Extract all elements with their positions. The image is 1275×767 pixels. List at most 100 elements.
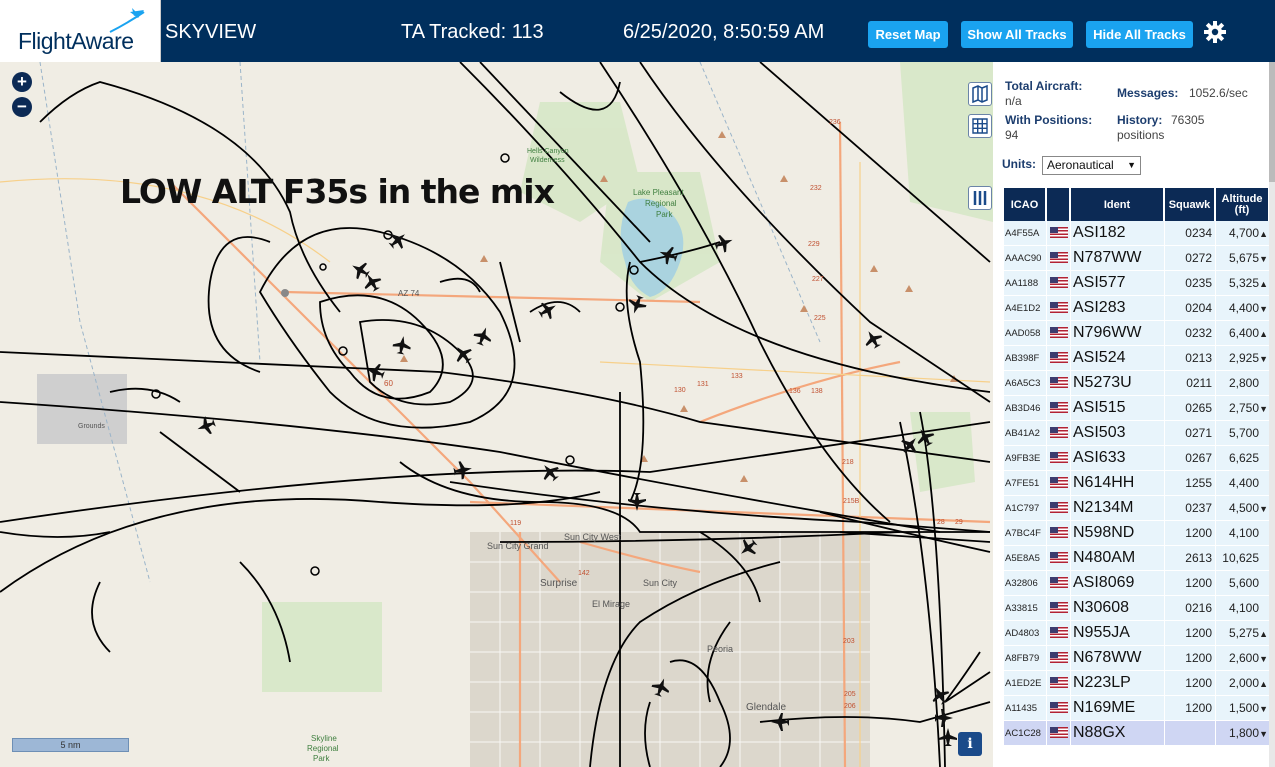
aircraft-icon <box>939 728 957 746</box>
units-selected-value: Aeronautical <box>1047 158 1114 172</box>
history-unit: positions <box>1117 128 1165 142</box>
altitude-trend-icon: ▲ <box>1259 329 1268 339</box>
us-flag-icon <box>1049 577 1068 589</box>
flag-cell <box>1047 271 1071 296</box>
squawk-cell: 0265 <box>1165 396 1216 421</box>
squawk-cell: 0267 <box>1165 446 1216 471</box>
altitude-cell: 2,800 <box>1216 371 1270 396</box>
map-annotation-text: LOW ALT F35s in the mix <box>120 172 555 211</box>
ident-cell: N787WW <box>1071 246 1165 271</box>
col-altitude-header[interactable]: Altitude (ft) <box>1216 188 1270 221</box>
aircraft-row[interactable]: A4E1D2 ASI283 0204 4,400▼ <box>1004 296 1270 321</box>
aircraft-row[interactable]: A33815 N30608 0216 4,100 <box>1004 596 1270 621</box>
aircraft-row[interactable]: A9FB3E ASI633 0267 6,625 <box>1004 446 1270 471</box>
aircraft-row[interactable]: A7BC4F N598ND 1200 4,100 <box>1004 521 1270 546</box>
aircraft-row[interactable]: AB3D46 ASI515 0265 2,750▼ <box>1004 396 1270 421</box>
skyline-park-area <box>262 602 382 692</box>
squawk-cell: 0272 <box>1165 246 1216 271</box>
aircraft-row[interactable]: AAAC90 N787WW 0272 5,675▼ <box>1004 246 1270 271</box>
altitude-trend-icon: ▼ <box>1259 254 1268 264</box>
total-aircraft-value: n/a <box>1005 94 1022 108</box>
history-label: History: <box>1117 113 1163 127</box>
svg-text:136: 136 <box>789 388 801 395</box>
aircraft-row[interactable]: AA1188 ASI577 0235 5,325▲ <box>1004 271 1270 296</box>
svg-text:El Mirage: El Mirage <box>592 599 630 609</box>
icao-cell: A9FB3E <box>1004 446 1047 471</box>
aircraft-row[interactable]: A32806 ASI8069 1200 5,600 <box>1004 571 1270 596</box>
info-button[interactable]: i <box>958 732 982 756</box>
squawk-cell: 1255 <box>1165 471 1216 496</box>
table-header-row: ICAO Ident Squawk Altitude (ft) <box>1004 188 1270 221</box>
col-flag-header[interactable] <box>1047 188 1071 221</box>
ident-cell: ASI577 <box>1071 271 1165 296</box>
squawk-cell: 0271 <box>1165 421 1216 446</box>
aircraft-icon <box>392 336 411 355</box>
flag-cell <box>1047 521 1071 546</box>
flag-cell <box>1047 371 1071 396</box>
us-flag-icon <box>1049 352 1068 364</box>
map-canvas[interactable]: Hells Canyon Wilderness Lake Pleasant Re… <box>0 62 993 767</box>
svg-text:Sun City West: Sun City West <box>564 532 621 542</box>
aircraft-row[interactable]: A4F55A ASI182 0234 4,700▲ <box>1004 221 1270 246</box>
us-flag-icon <box>1049 552 1068 564</box>
units-select[interactable]: Aeronautical ▼ <box>1042 156 1141 175</box>
aircraft-row[interactable]: A11435 N169ME 1200 1,500▼ <box>1004 696 1270 721</box>
aircraft-row[interactable]: A7FE51 N614HH 1255 4,400 <box>1004 471 1270 496</box>
aircraft-table: ICAO Ident Squawk Altitude (ft) A4F55A AS… <box>1004 188 1270 746</box>
svg-text:229: 229 <box>808 241 820 248</box>
aircraft-row[interactable]: AC1C28 N88GX 1,800▼ <box>1004 721 1270 746</box>
flag-cell <box>1047 646 1071 671</box>
aircraft-row[interactable]: A6A5C3 N5273U 0211 2,800 <box>1004 371 1270 396</box>
show-all-tracks-button[interactable]: Show All Tracks <box>961 21 1073 48</box>
aircraft-row[interactable]: A1C797 N2134M 0237 4,500▼ <box>1004 496 1270 521</box>
flightaware-logo[interactable]: FlightAware <box>0 0 161 62</box>
squawk-cell: 0234 <box>1165 221 1216 246</box>
us-flag-icon <box>1049 427 1068 439</box>
svg-text:Skyline: Skyline <box>311 734 337 743</box>
altitude-cell: 4,400▼ <box>1216 296 1270 321</box>
icao-cell: AAAC90 <box>1004 246 1047 271</box>
col-squawk-header[interactable]: Squawk <box>1165 188 1216 221</box>
aircraft-row[interactable]: AB398F ASI524 0213 2,925▼ <box>1004 346 1270 371</box>
aircraft-row[interactable]: AD4803 N955JA 1200 5,275▲ <box>1004 621 1270 646</box>
hide-all-tracks-button[interactable]: Hide All Tracks <box>1086 21 1193 48</box>
altitude-cell: 5,600 <box>1216 571 1270 596</box>
us-flag-icon <box>1049 477 1068 489</box>
aircraft-row[interactable]: AAD058 N796WW 0232 6,400▲ <box>1004 321 1270 346</box>
panel-scrollbar-thumb[interactable] <box>1269 62 1275 182</box>
aircraft-row[interactable]: A1ED2E N223LP 1200 2,000▲ <box>1004 671 1270 696</box>
svg-text:232: 232 <box>810 185 822 192</box>
units-label: Units: <box>1002 157 1036 171</box>
us-flag-icon <box>1049 302 1068 314</box>
flag-cell <box>1047 496 1071 521</box>
svg-text:Lake Pleasant: Lake Pleasant <box>633 188 684 197</box>
svg-text:215B: 215B <box>843 498 860 505</box>
gear-icon[interactable] <box>1202 19 1228 45</box>
altitude-value: 1,500 <box>1228 701 1259 715</box>
altitude-value: 5,700 <box>1228 426 1259 440</box>
messages-label: Messages: <box>1117 86 1179 100</box>
altitude-value: 4,400 <box>1228 476 1259 490</box>
squawk-cell: 1200 <box>1165 671 1216 696</box>
altitude-cell: 4,100 <box>1216 596 1270 621</box>
panel-toggle-button[interactable] <box>968 186 992 210</box>
altitude-cell: 6,400▲ <box>1216 321 1270 346</box>
squawk-cell: 0232 <box>1165 321 1216 346</box>
zoom-out-button[interactable]: − <box>12 97 32 117</box>
aircraft-row[interactable]: A5E8A5 N480AM 2613 10,625 <box>1004 546 1270 571</box>
grid-toggle-button[interactable] <box>968 114 992 138</box>
urban-area-main <box>470 532 870 767</box>
squawk-cell: 0216 <box>1165 596 1216 621</box>
altitude-trend-icon: ▲ <box>1259 629 1268 639</box>
col-icao-header[interactable]: ICAO <box>1004 188 1047 221</box>
aircraft-row[interactable]: A8FB79 N678WW 1200 2,600▼ <box>1004 646 1270 671</box>
reset-map-button[interactable]: Reset Map <box>868 21 948 48</box>
us-flag-icon <box>1049 252 1068 264</box>
map-layer-button[interactable] <box>968 82 992 106</box>
aircraft-row[interactable]: AB41A2 ASI503 0271 5,700 <box>1004 421 1270 446</box>
zoom-in-button[interactable]: + <box>12 72 32 92</box>
altitude-cell: 5,675▼ <box>1216 246 1270 271</box>
altitude-value: 2,925 <box>1228 351 1259 365</box>
altitude-trend-icon: ▼ <box>1259 404 1268 414</box>
col-ident-header[interactable]: Ident <box>1071 188 1165 221</box>
